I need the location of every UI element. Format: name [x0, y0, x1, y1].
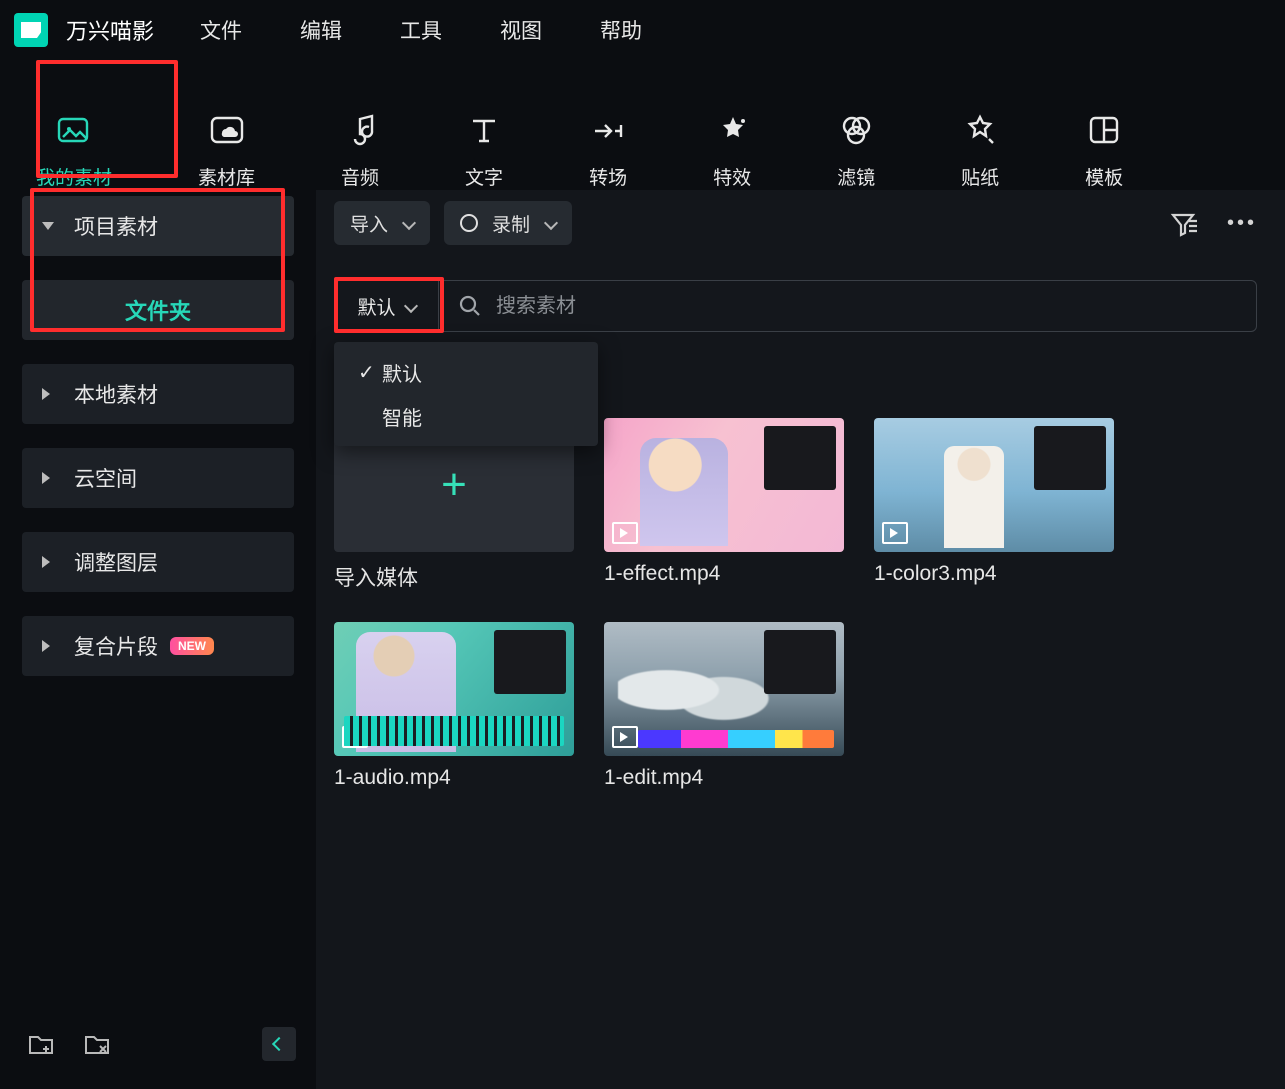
- media-item[interactable]: 00:00:08 1-audio.mp4: [334, 622, 574, 790]
- sort-dropdown-button[interactable]: 默认: [334, 280, 438, 332]
- more-icon[interactable]: •••: [1227, 212, 1257, 235]
- chevron-down-icon: [544, 216, 558, 230]
- add-folder-icon[interactable]: [26, 1029, 56, 1059]
- media-title: 1-audio.mp4: [334, 766, 574, 790]
- filter-icon[interactable]: [1169, 209, 1197, 237]
- search-box[interactable]: [438, 280, 1257, 332]
- plus-icon: +: [441, 460, 467, 510]
- content-area: 导入 录制 ••• 默认 ✓默认 智能 + 导入媒体 00:00:08: [316, 190, 1285, 1089]
- media-icon: [55, 111, 93, 149]
- media-thumbnail: 00:00:08: [334, 622, 574, 756]
- dropdown-item-smart[interactable]: 智能: [334, 394, 598, 438]
- remove-folder-icon[interactable]: [82, 1029, 112, 1059]
- tab-transition[interactable]: 转场: [589, 96, 627, 190]
- cloud-icon: [208, 111, 246, 149]
- menu-bar: 万兴喵影 文件 编辑 工具 视图 帮助: [0, 0, 1285, 60]
- sidebar-item-folder[interactable]: 文件夹: [22, 280, 294, 340]
- chevron-down-icon: [403, 299, 417, 313]
- sidebar-item-local[interactable]: 本地素材: [22, 364, 294, 424]
- search-input[interactable]: [496, 295, 1256, 318]
- video-type-icon: [612, 522, 638, 544]
- sidebar-item-cloud[interactable]: 云空间: [22, 448, 294, 508]
- media-thumbnail: 00:00:08: [604, 622, 844, 756]
- menu-tools[interactable]: 工具: [400, 15, 442, 45]
- collapse-sidebar-button[interactable]: [262, 1027, 296, 1061]
- transition-icon: [589, 111, 627, 149]
- media-item[interactable]: 00:00:10 1-color3.mp4: [874, 418, 1114, 592]
- media-title: 1-edit.mp4: [604, 766, 844, 790]
- app-logo-icon: [14, 13, 48, 47]
- dropdown-item-default[interactable]: ✓默认: [334, 350, 598, 394]
- menu-edit[interactable]: 编辑: [300, 15, 342, 45]
- menu-view[interactable]: 视图: [500, 15, 542, 45]
- app-name: 万兴喵影: [66, 14, 154, 46]
- tab-text[interactable]: 文字: [465, 96, 503, 190]
- tab-filters[interactable]: 滤镜: [837, 96, 875, 190]
- sidebar-item-adjust[interactable]: 调整图层: [22, 532, 294, 592]
- tool-tabs: 我的素材 素材库 音频 文字 转场 特效 滤镜 贴纸 模板: [0, 60, 1285, 190]
- sidebar-item-compound[interactable]: 复合片段NEW: [22, 616, 294, 676]
- sort-dropdown-menu: ✓默认 智能: [334, 342, 598, 446]
- import-button[interactable]: 导入: [334, 201, 430, 245]
- media-thumbnail: 00:00:08: [604, 418, 844, 552]
- tab-stock[interactable]: 素材库: [198, 96, 255, 190]
- video-type-icon: [612, 726, 638, 748]
- media-title: 1-color3.mp4: [874, 562, 1114, 586]
- sticker-icon: [961, 111, 999, 149]
- media-title: 1-effect.mp4: [604, 562, 844, 586]
- menu-help[interactable]: 帮助: [600, 15, 642, 45]
- tab-templates[interactable]: 模板: [1085, 96, 1123, 190]
- media-item[interactable]: 00:00:08 1-effect.mp4: [604, 418, 844, 592]
- check-icon: ✓: [358, 360, 382, 385]
- video-type-icon: [882, 522, 908, 544]
- sidebar: 项目素材 文件夹 本地素材 云空间 调整图层 复合片段NEW: [0, 190, 316, 1089]
- media-thumbnail: 00:00:10: [874, 418, 1114, 552]
- timeline-overlay: [638, 730, 834, 748]
- tab-my-media[interactable]: 我的素材: [36, 96, 112, 190]
- filters-icon: [837, 111, 875, 149]
- template-icon: [1085, 111, 1123, 149]
- media-item[interactable]: 00:00:08 1-edit.mp4: [604, 622, 844, 790]
- sidebar-item-project[interactable]: 项目素材: [22, 196, 294, 256]
- search-icon: [459, 295, 480, 317]
- chevron-down-icon: [402, 216, 416, 230]
- text-icon: [465, 111, 503, 149]
- menu-file[interactable]: 文件: [200, 15, 242, 45]
- music-icon: [341, 111, 379, 149]
- audio-waveform: [344, 716, 564, 746]
- new-badge: NEW: [170, 637, 214, 655]
- effects-icon: [713, 111, 751, 149]
- tab-stickers[interactable]: 贴纸: [961, 96, 999, 190]
- tab-effects[interactable]: 特效: [713, 96, 751, 190]
- tab-audio[interactable]: 音频: [341, 96, 379, 190]
- media-grid: + 导入媒体 00:00:08 1-effect.mp4 00:00:10 1-…: [334, 418, 1257, 790]
- record-button[interactable]: 录制: [444, 201, 572, 245]
